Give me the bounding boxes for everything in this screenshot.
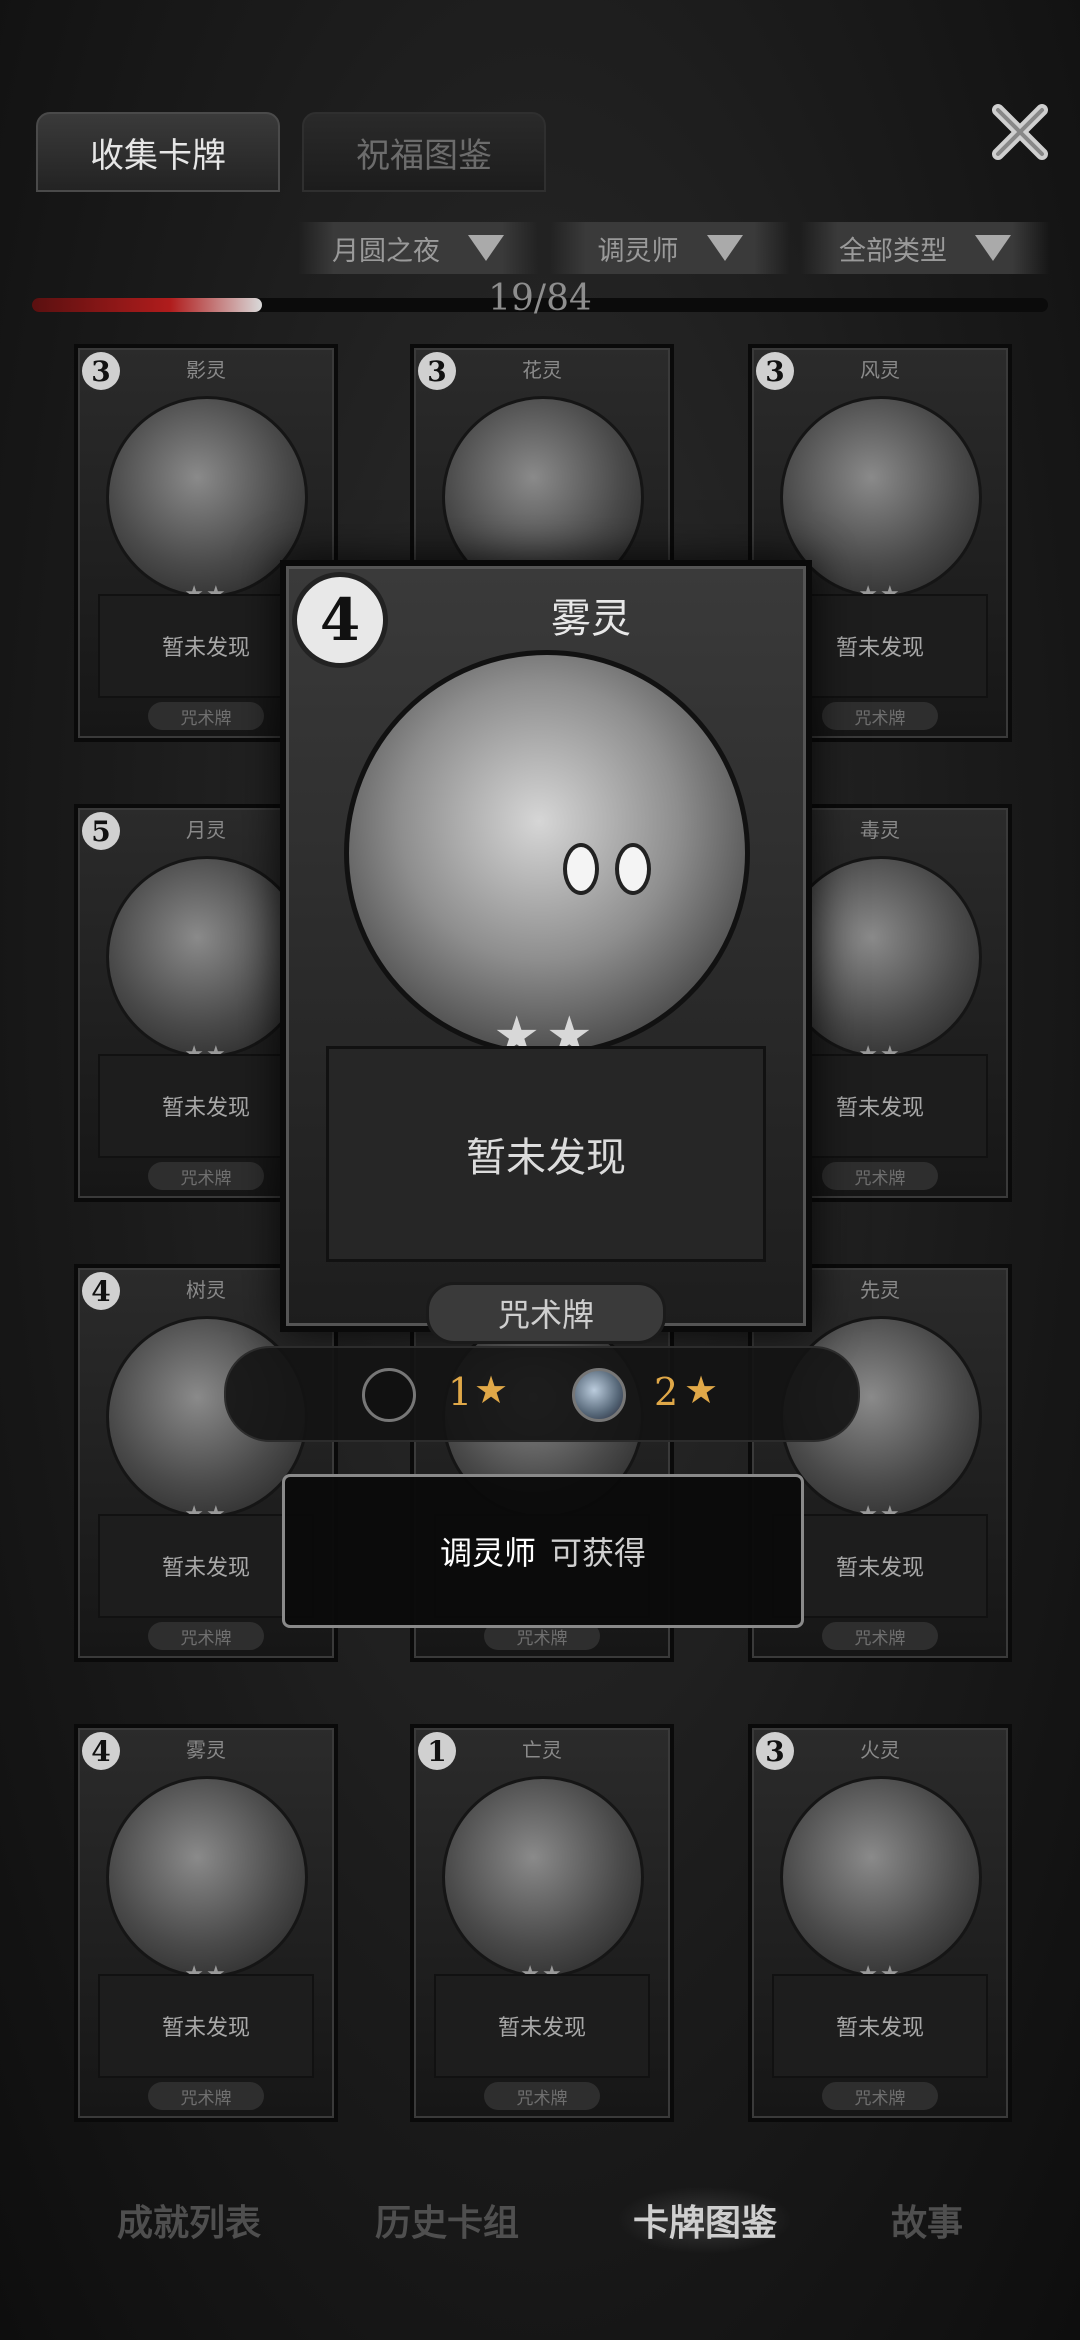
star-icon: ★ [684,1368,719,1412]
rare-coin-icon [572,1368,626,1422]
card-name: 风灵 [860,358,900,382]
nav-history-decks[interactable]: 历史卡组 [359,2186,535,2254]
nav-story[interactable]: 故事 [875,2186,979,2254]
star-icon: ★ [474,1368,509,1412]
filter-class[interactable]: 调灵师 [550,222,790,274]
close-icon[interactable] [988,100,1052,164]
filter-label: 全部类型 [839,235,947,267]
card-type: 咒术牌 [148,1622,264,1650]
card-name: 花灵 [522,358,562,382]
cost-amount: 1 [448,1370,473,1414]
source-name: 调灵师 [439,1534,536,1572]
card-cost-badge: 4 [292,572,388,668]
card-type: 咒术牌 [148,702,264,730]
card-art [780,1776,982,1978]
dropdown-icon [975,235,1011,261]
collection-card[interactable]: 4雾灵★★暂未发现咒术牌 [74,1724,338,2122]
card-source-info: 调灵师 可获得 [282,1474,804,1628]
filter-type[interactable]: 全部类型 [800,222,1050,274]
source-suffix: 可获得 [550,1534,647,1572]
card-type: 咒术牌 [822,1162,938,1190]
card-type: 咒术牌 [484,2082,600,2110]
card-art-fog-spirit [344,650,750,1056]
bottom-navigation: 成就列表 历史卡组 卡牌图鉴 故事 [60,2180,1020,2260]
card-name: 影灵 [186,358,226,382]
dropdown-icon [468,235,504,261]
card-status: 暂未发现 [98,1974,314,2078]
featured-card[interactable]: 4 雾灵 ★★ 暂未发现 咒术牌 [280,560,812,1344]
card-status: 暂未发现 [772,1974,988,2078]
card-status: 暂未发现 [434,1974,650,2078]
card-type: 咒术牌 [822,702,938,730]
collection-progress-fill [32,298,262,312]
card-type: 咒术牌 [822,1622,938,1650]
collection-progress-text: 19/84 [488,278,592,319]
card-name: 雾灵 [186,1738,226,1762]
card-status: 暂未发现 [772,1514,988,1618]
nav-card-gallery[interactable]: 卡牌图鉴 [616,2186,793,2254]
card-art [442,1776,644,1978]
card-art [106,396,308,598]
card-type: 咒术牌 [822,2082,938,2110]
card-name: 火灵 [860,1738,900,1762]
cost-amount: 2 [654,1370,679,1414]
collection-card[interactable]: 3火灵★★暂未发现咒术牌 [748,1724,1012,2122]
tab-blessing-gallery[interactable]: 祝福图鉴 [302,112,546,192]
card-status: 暂未发现 [326,1046,766,1262]
card-type: 咒术牌 [148,1162,264,1190]
tab-collect-cards[interactable]: 收集卡牌 [36,112,280,192]
eye-icon [615,843,651,895]
card-art [106,1776,308,1978]
filter-label: 调灵师 [597,235,679,267]
eye-icon [563,843,599,895]
filter-season[interactable]: 月圆之夜 [298,222,538,274]
card-art [106,856,308,1058]
card-name: 亡灵 [522,1738,562,1762]
collection-card[interactable]: 1亡灵★★暂未发现咒术牌 [410,1724,674,2122]
filter-label: 月圆之夜 [332,235,440,267]
dropdown-icon [706,235,743,261]
nav-achievements[interactable]: 成就列表 [101,2186,277,2254]
common-coin-icon [362,1368,416,1422]
card-type: 咒术牌 [426,1282,666,1344]
card-type: 咒术牌 [148,2082,264,2110]
craft-cost-bar: 1 ★ 2 ★ [224,1346,860,1442]
card-name: 雾灵 [551,596,631,642]
